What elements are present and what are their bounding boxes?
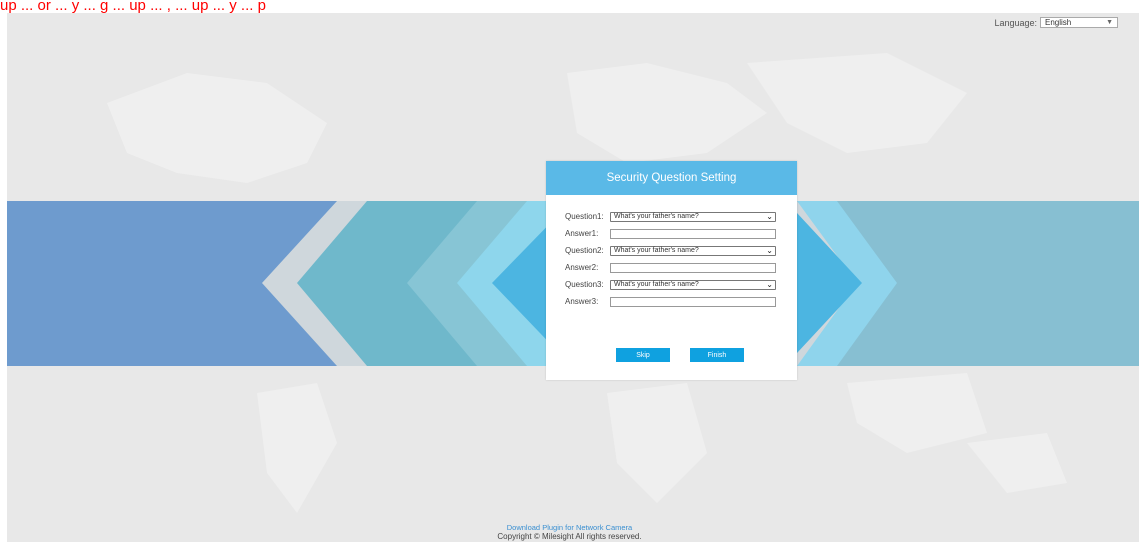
dialog-form: Question1: What's your father's name? ⌄ … — [546, 195, 797, 308]
answer-label: Answer1: — [565, 229, 599, 238]
question-label: Question3: — [565, 280, 604, 289]
question-select-3[interactable]: What's your father's name? ⌄ — [610, 279, 776, 290]
question-select-1[interactable]: What's your father's name? ⌄ — [610, 211, 776, 222]
answer-row-3: Answer3: — [565, 295, 797, 308]
language-label: Language: — [994, 17, 1037, 28]
language-select[interactable]: English ▼ — [1040, 17, 1118, 28]
question-row-3: Question3: What's your father's name? ⌄ — [565, 278, 797, 291]
question-row-2: Question2: What's your father's name? ⌄ — [565, 244, 797, 257]
chevron-down-icon: ⌄ — [766, 212, 773, 221]
answer-input-2[interactable] — [610, 262, 776, 273]
answer-input-3[interactable] — [610, 296, 776, 307]
question-label: Question1: — [565, 212, 604, 221]
chevron-down-icon: ▼ — [1106, 19, 1113, 26]
skip-button[interactable]: Skip — [616, 348, 670, 362]
security-question-dialog: Security Question Setting Question1: Wha… — [546, 161, 797, 380]
chevron-down-icon: ⌄ — [766, 246, 773, 255]
dialog-title: Security Question Setting — [546, 161, 797, 195]
question-value: What's your father's name? — [614, 281, 699, 288]
dialog-actions: Skip Finish — [616, 348, 744, 362]
question-select-2[interactable]: What's your father's name? ⌄ — [610, 245, 776, 256]
answer-row-2: Answer2: — [565, 261, 797, 274]
download-plugin-link[interactable]: Download Plugin for Network Camera — [0, 523, 1139, 532]
copyright-text: Copyright © Milesight All rights reserve… — [497, 532, 642, 541]
login-background: Language: English ▼ Security Question Se… — [7, 13, 1139, 542]
question-value: What's your father's name? — [614, 213, 699, 220]
answer-input-1[interactable] — [610, 228, 776, 239]
chevron-down-icon: ⌄ — [766, 280, 773, 289]
finish-button[interactable]: Finish — [690, 348, 744, 362]
answer-label: Answer2: — [565, 263, 599, 272]
question-label: Question2: — [565, 246, 604, 255]
answer-label: Answer3: — [565, 297, 599, 306]
question-value: What's your father's name? — [614, 247, 699, 254]
top-banner-text: up ... or ... y ... g ... up ... , ... u… — [0, 0, 266, 14]
question-row-1: Question1: What's your father's name? ⌄ — [565, 210, 797, 223]
answer-row-1: Answer1: — [565, 227, 797, 240]
language-selected-value: English — [1045, 18, 1072, 27]
language-selector-group: Language: English ▼ — [994, 17, 1118, 28]
